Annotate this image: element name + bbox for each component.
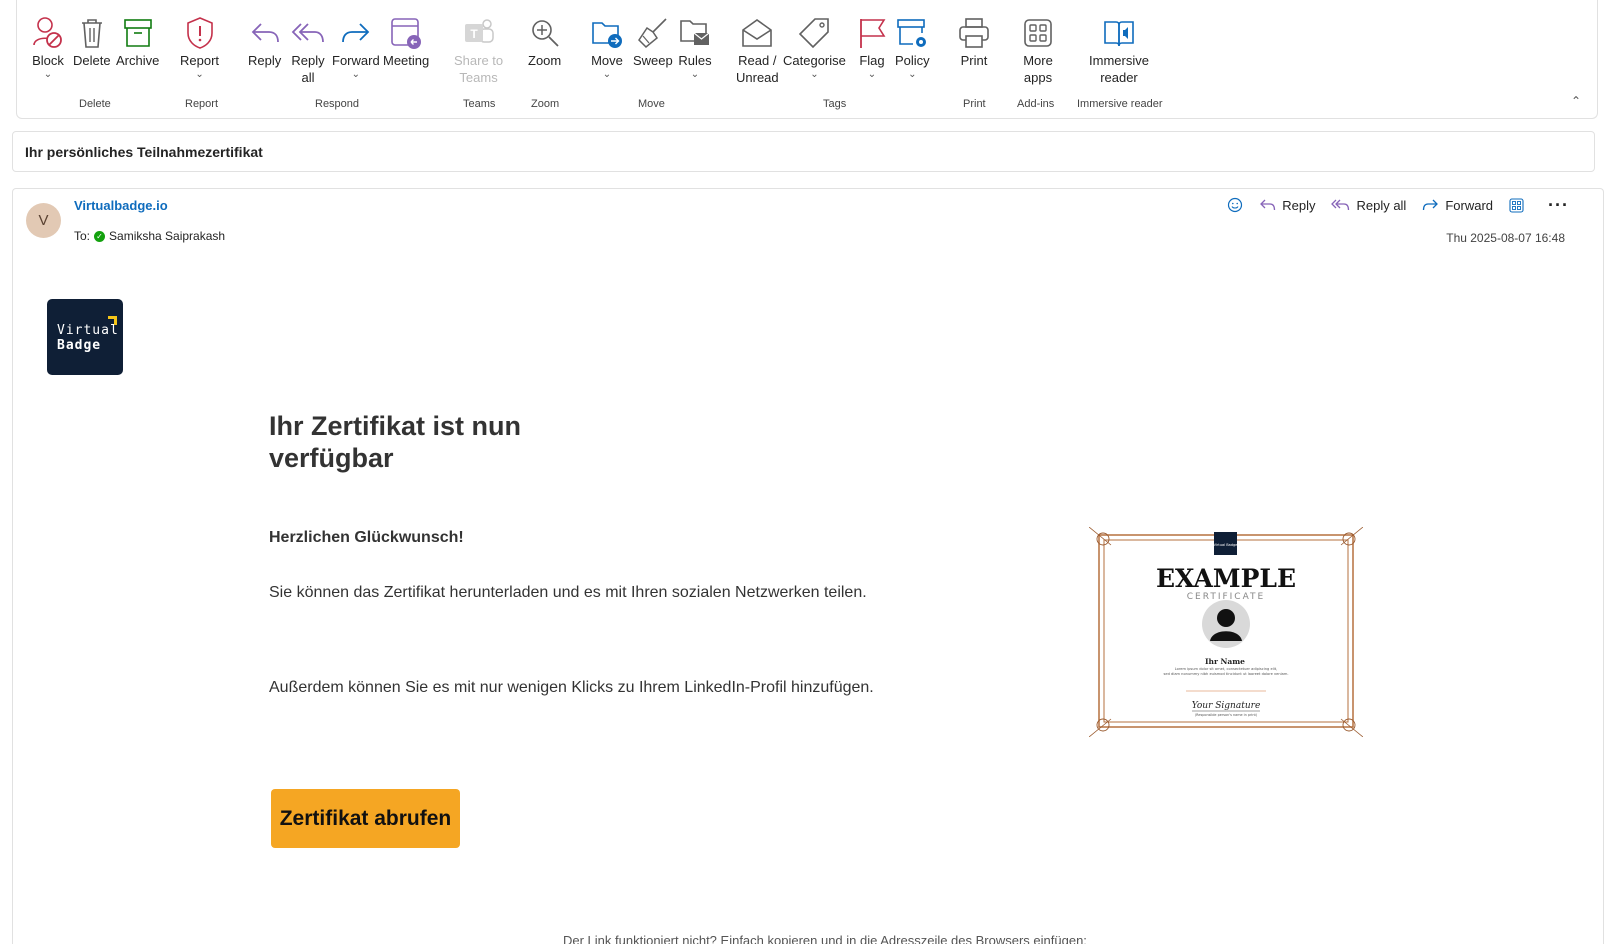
email-subject: Ihr persönliches Teilnahmezertifikat [12, 131, 1595, 172]
group-label-immersive: Immersive reader [1077, 98, 1163, 110]
sender-avatar[interactable]: V [26, 203, 61, 238]
reading-pane: V Virtualbadge.io To: ✓ Samiksha Saiprak… [12, 188, 1604, 944]
certificate-signature: Your Signature [1192, 701, 1261, 711]
group-label-report: Report [185, 98, 219, 110]
certificate-title: EXAMPLE [1156, 564, 1296, 593]
collapse-ribbon-icon[interactable]: ⌃ [1571, 94, 1581, 108]
teams-icon: T [462, 14, 496, 52]
chevron-down-icon[interactable]: ⌄ [44, 70, 52, 80]
group-label-move: Move [638, 98, 665, 110]
reply-action-button[interactable]: Reply [1259, 198, 1315, 213]
policy-icon [895, 14, 929, 52]
email-headline: Ihr Zertifikat ist nun verfügbar [269, 411, 522, 473]
get-certificate-button[interactable]: Zertifikat abrufen [271, 789, 460, 848]
certificate-logo-text: Virtual Badge [1214, 543, 1238, 547]
chevron-down-icon[interactable]: ⌄ [908, 70, 916, 80]
delete-button[interactable]: Delete [73, 14, 111, 69]
group-label-print: Print [963, 98, 986, 110]
more-options-icon[interactable]: ··· [1540, 196, 1569, 214]
group-label-tags: Tags [823, 98, 847, 110]
shield-alert-icon [184, 14, 216, 52]
move-button[interactable]: Move ⌄ [590, 14, 624, 80]
svg-text:T: T [470, 27, 478, 41]
forward-button[interactable]: Forward ⌄ [332, 14, 380, 80]
recipient-name[interactable]: Samiksha Saiprakash [109, 229, 225, 243]
flag-button[interactable]: Flag ⌄ [856, 14, 888, 80]
immersive-reader-button[interactable]: Immersive reader [1089, 14, 1149, 86]
group-label-delete: Delete [79, 98, 111, 110]
print-button[interactable]: Print [957, 14, 991, 69]
group-label-zoom: Zoom [531, 98, 560, 110]
sender-name[interactable]: Virtualbadge.io [74, 198, 168, 213]
reply-icon [249, 14, 281, 52]
body-paragraph-2: Außerdem können Sie es mit nur wenigen K… [269, 679, 874, 696]
block-button[interactable]: Block ⌄ [31, 14, 65, 80]
reply-all-icon [291, 14, 325, 52]
forward-action-button[interactable]: Forward [1422, 198, 1493, 213]
certificate-signature-caption: (Responsible person's name in print) [1195, 713, 1258, 717]
tag-icon [797, 14, 831, 52]
forward-icon [1423, 199, 1439, 211]
message-date: Thu 2025-08-07 16:48 [1446, 231, 1565, 245]
forward-icon [340, 14, 372, 52]
block-icon [31, 14, 65, 52]
group-label-addins: Add-ins [1017, 98, 1055, 110]
presence-available-icon: ✓ [94, 230, 106, 242]
read-unread-button[interactable]: Read / Unread [736, 14, 779, 86]
calendar-reply-icon [389, 14, 423, 52]
apps-grid-icon[interactable] [1509, 197, 1524, 213]
recipient-line: To: ✓ Samiksha Saiprakash [74, 229, 225, 243]
categorise-button[interactable]: Categorise ⌄ [783, 14, 846, 80]
archive-icon [122, 14, 154, 52]
sweep-button[interactable]: Sweep [633, 14, 673, 69]
chevron-down-icon[interactable]: ⌄ [868, 70, 876, 80]
link-fallback-note: Der Link funktioniert nicht? Einfach kop… [563, 933, 1087, 944]
chevron-down-icon[interactable]: ⌄ [352, 70, 360, 80]
chevron-down-icon[interactable]: ⌄ [810, 70, 818, 80]
reply-icon [1260, 199, 1276, 211]
reply-all-icon [1331, 199, 1350, 211]
policy-button[interactable]: Policy ⌄ [895, 14, 930, 80]
to-label: To: [74, 229, 91, 243]
rules-button[interactable]: Rules ⌄ [678, 14, 712, 80]
group-label-teams: Teams [463, 98, 496, 110]
meeting-button[interactable]: Meeting [383, 14, 429, 69]
zoom-icon [529, 14, 561, 52]
more-apps-button[interactable]: More apps [1022, 14, 1054, 86]
move-folder-icon [590, 14, 624, 52]
reply-all-button[interactable]: Reply all [291, 14, 325, 86]
group-label-respond: Respond [315, 98, 360, 110]
reply-all-action-button[interactable]: Reply all [1331, 198, 1406, 213]
report-button[interactable]: Report ⌄ [180, 14, 219, 80]
certificate-lorem-2: sed diam nonummy nibh euismod tincidunt … [1164, 672, 1289, 676]
rules-folder-icon [678, 14, 712, 52]
flag-icon [856, 14, 888, 52]
share-to-teams-button[interactable]: T Share to Teams [454, 14, 503, 86]
virtual-badge-logo: Virtual Badge [47, 299, 123, 375]
trash-icon [77, 14, 107, 52]
certificate-name: Ihr Name [1205, 657, 1245, 666]
printer-icon [957, 14, 991, 52]
reply-button[interactable]: Reply [248, 14, 281, 69]
zoom-button[interactable]: Zoom [528, 14, 561, 69]
ribbon-toolbar: Block ⌄ Delete Archive Report ⌄ Reply Re… [16, 0, 1598, 119]
apps-grid-icon [1022, 14, 1054, 52]
chevron-down-icon[interactable]: ⌄ [603, 70, 611, 80]
emoji-react-icon[interactable] [1227, 197, 1243, 213]
chevron-down-icon[interactable]: ⌄ [195, 70, 203, 80]
certificate-lorem-1: Lorem ipsum dolor sit amet, consectetuer… [1175, 667, 1278, 671]
message-actions: Reply Reply all Forward ··· [1227, 196, 1569, 214]
chevron-down-icon[interactable]: ⌄ [691, 70, 699, 80]
immersive-reader-icon [1102, 14, 1136, 52]
envelope-open-icon [740, 14, 774, 52]
congrats-text: Herzlichen Glückwunsch! [269, 529, 464, 546]
certificate-preview-image[interactable]: Virtual Badge EXAMPLE CERTIFICATE Ihr Na… [1089, 527, 1363, 737]
broom-icon [636, 14, 670, 52]
archive-button[interactable]: Archive [116, 14, 159, 69]
body-paragraph-1: Sie können das Zertifikat herunterladen … [269, 584, 867, 601]
